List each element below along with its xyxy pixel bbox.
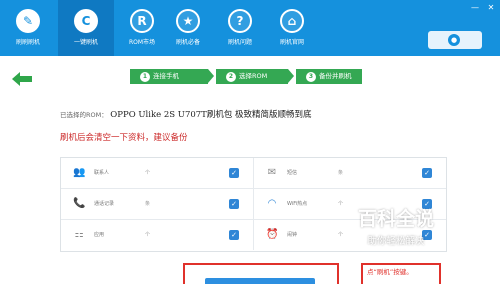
backup-item-count: 个 — [145, 232, 151, 238]
rom-market-icon: R — [130, 9, 154, 33]
backup-item-count: 条 — [145, 201, 151, 207]
backup-item-count: 个 — [145, 170, 151, 176]
phone-icon: 📞 — [73, 198, 86, 209]
selected-rom-name: OPPO Ulike 2S U707T刷机包 极致精简版顺畅到底 — [110, 110, 312, 120]
backup-item-call-log: 📞 通话记录 条 ✓ — [61, 189, 253, 219]
step-arrow — [208, 69, 214, 83]
watermark-subtitle: 助你轻松解决 — [367, 236, 425, 247]
nav-item-one-key-flash[interactable]: C 一键刷机 — [58, 0, 114, 56]
apps-checkbox[interactable]: ✓ — [229, 230, 239, 240]
step-progress: 1 连接手机 2 选择ROM 3 备份并刷机 — [130, 69, 362, 84]
contacts-checkbox[interactable]: ✓ — [229, 168, 239, 178]
contacts-icon: 👥 — [73, 167, 86, 178]
sms-checkbox[interactable]: ✓ — [422, 168, 432, 178]
backup-warning: 刷机后会清空一下资料，建议备份 — [60, 133, 188, 143]
microphone-icon: ● — [448, 34, 460, 46]
top-nav-bar: ✎ 刷刷刷机 C 一键刷机 R ROM市场 ★ 刷机必备 ? 刷机问题 ⌂ 刷机… — [0, 0, 500, 56]
flash-button[interactable] — [205, 278, 315, 284]
hint-text: 点“刷机”按键。 — [367, 268, 413, 276]
step-backup-flash: 3 备份并刷机 — [296, 69, 362, 84]
nav-label: 一键刷机 — [73, 39, 98, 46]
selected-rom-label: 已选择的ROM： — [60, 111, 108, 119]
backup-item-label: 应用 — [94, 232, 105, 238]
nav-item-brush[interactable]: ✎ 刷刷刷机 — [0, 0, 56, 56]
nav-label: 刷机问题 — [227, 39, 252, 46]
nav-item-essentials[interactable]: ★ 刷机必备 — [160, 0, 216, 56]
voice-button[interactable]: ● — [428, 31, 482, 49]
backup-item-label: 通话记录 — [94, 201, 115, 207]
call-log-checkbox[interactable]: ✓ — [229, 199, 239, 209]
backup-row: 👥 联系人 个 ✓ ✉ 短信 条 ✓ — [61, 158, 446, 189]
nav-item-problems[interactable]: ? 刷机问题 — [212, 0, 268, 56]
back-arrow-icon[interactable] — [12, 72, 32, 86]
backup-item-label: 闹钟 — [287, 232, 298, 238]
backup-item-apps: ⚏ 应用 个 ✓ — [61, 220, 253, 250]
one-key-flash-icon: C — [74, 9, 98, 33]
step-arrow — [288, 69, 294, 83]
backup-item-label: 联系人 — [94, 170, 110, 176]
home-icon: ⌂ — [280, 9, 304, 33]
nav-item-official-site[interactable]: ⌂ 刷机官网 — [264, 0, 320, 56]
sms-icon: ✉ — [267, 167, 277, 178]
star-icon: ★ — [176, 9, 200, 33]
nav-label: 刷机必备 — [175, 39, 200, 46]
minimize-button[interactable]: — — [470, 4, 480, 12]
watermark: 百科全说 助你轻松解决 — [336, 206, 456, 262]
apps-icon: ⚏ — [74, 229, 84, 240]
wifi-icon: ◠ — [267, 198, 277, 209]
nav-label: 刷刷刷机 — [15, 39, 40, 46]
phone-brush-icon: ✎ — [16, 9, 40, 33]
backup-item-label: 短信 — [287, 170, 298, 176]
question-icon: ? — [228, 9, 252, 33]
backup-item-sms: ✉ 短信 条 ✓ — [253, 158, 445, 188]
step-select-rom: 2 选择ROM — [216, 69, 288, 84]
nav-label: 刷机官网 — [279, 39, 304, 46]
backup-item-contacts: 👥 联系人 个 ✓ — [61, 158, 253, 188]
alarm-icon: ⏰ — [266, 229, 279, 240]
backup-item-label: WiFi热点 — [287, 201, 308, 207]
watermark-title: 百科全说 — [357, 208, 434, 230]
close-button[interactable]: ✕ — [486, 4, 496, 12]
backup-item-count: 条 — [338, 170, 344, 176]
step-connect-phone: 1 连接手机 — [130, 69, 208, 84]
selected-rom: 已选择的ROM： OPPO Ulike 2S U707T刷机包 极致精简版顺畅到… — [60, 109, 480, 121]
